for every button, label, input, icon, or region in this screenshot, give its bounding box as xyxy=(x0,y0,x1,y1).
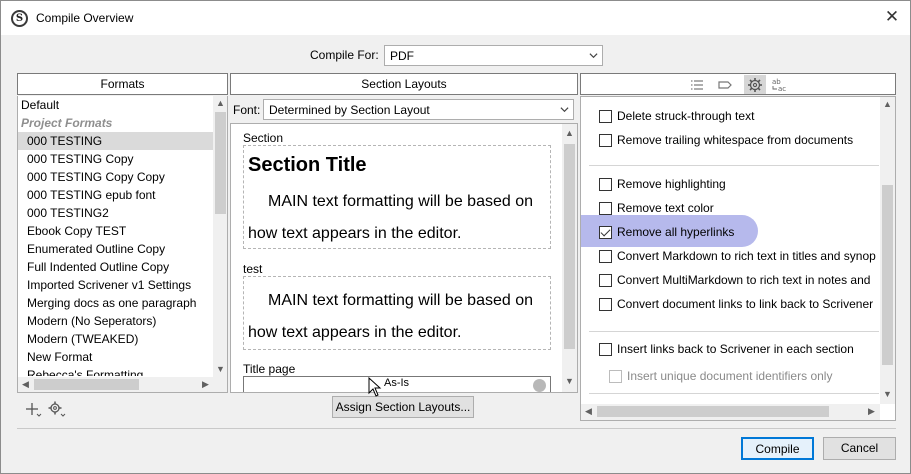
font-label: Font: xyxy=(233,103,261,117)
checkbox[interactable] xyxy=(599,110,612,123)
scroll-up-icon[interactable]: ▲ xyxy=(213,96,227,111)
list-item[interactable]: Merging docs as one paragraph xyxy=(18,294,213,312)
scroll-thumb[interactable] xyxy=(882,185,893,365)
section-body-preview: MAIN text formatting will be based on ho… xyxy=(248,193,534,242)
gear-icon[interactable] xyxy=(747,77,763,93)
layout-name: test xyxy=(243,262,263,276)
window-title: Compile Overview xyxy=(36,11,134,25)
checkbox[interactable] xyxy=(599,274,612,287)
checkbox[interactable] xyxy=(599,298,612,311)
preview-vertical-scrollbar[interactable]: ▲ ▼ xyxy=(562,124,577,392)
scroll-right-icon[interactable]: ▶ xyxy=(864,404,879,419)
scroll-down-icon[interactable]: ▼ xyxy=(562,374,577,389)
checkbox[interactable] xyxy=(599,250,612,263)
list-item[interactable]: Ebook Copy TEST xyxy=(18,222,213,240)
options-vertical-scrollbar[interactable]: ▲ ▼ xyxy=(880,97,895,404)
scroll-down-icon[interactable]: ▼ xyxy=(213,362,227,377)
list-item-selected[interactable]: 000 TESTING xyxy=(18,132,213,150)
svg-text:ac: ac xyxy=(778,85,786,93)
checkbox-disabled xyxy=(609,370,622,383)
scroll-left-icon[interactable]: ◀ xyxy=(18,377,33,392)
checkbox[interactable] xyxy=(599,178,612,191)
gear-icon[interactable] xyxy=(46,400,66,418)
compile-options-panel: Delete struck-through text Remove traili… xyxy=(580,96,896,421)
list-item[interactable]: Enumerated Outline Copy xyxy=(18,240,213,258)
list-item[interactable]: New Format xyxy=(18,348,213,366)
options-horizontal-scrollbar[interactable]: ◀ ▶ xyxy=(581,404,880,420)
title-bar: S Compile Overview ✕ xyxy=(1,1,910,35)
scroll-thumb[interactable] xyxy=(564,144,575,349)
list-group-header: Project Formats xyxy=(21,116,113,130)
section-divider xyxy=(589,331,879,332)
formats-list: Default Project Formats 000 TESTING 000 … xyxy=(17,96,228,393)
list-item[interactable]: Rebecca's Formatting xyxy=(18,366,213,376)
layout-name: Title page xyxy=(243,362,296,376)
mouse-cursor-icon xyxy=(368,377,382,397)
footer-divider xyxy=(17,428,896,429)
section-title-preview: Section Title xyxy=(248,154,367,176)
compile-for-label: Compile For: xyxy=(310,48,379,62)
chevron-down-icon xyxy=(589,53,598,59)
scroll-thumb[interactable] xyxy=(597,406,829,417)
list-item[interactable]: 000 TESTING epub font xyxy=(18,186,213,204)
assign-section-layouts-button[interactable]: Assign Section Layouts... xyxy=(332,396,474,418)
scroll-thumb[interactable] xyxy=(215,112,226,214)
scroll-left-icon[interactable]: ◀ xyxy=(581,404,596,419)
list-item[interactable]: Modern (No Seperators) xyxy=(18,312,213,330)
scroll-thumb[interactable] xyxy=(34,379,139,390)
list-icon[interactable] xyxy=(689,77,705,93)
compile-button[interactable]: Compile xyxy=(741,437,814,460)
chevron-down-icon xyxy=(560,107,569,113)
formats-horizontal-scrollbar[interactable]: ◀ ▶ xyxy=(18,377,227,392)
list-item[interactable]: 000 TESTING Copy Copy xyxy=(18,168,213,186)
compile-overview-window: S Compile Overview ✕ Compile For: PDF Fo… xyxy=(0,0,911,474)
list-item[interactable]: Default xyxy=(18,96,213,114)
section-body-preview: MAIN text formatting will be based on ho… xyxy=(248,292,534,341)
layout-preview-test[interactable]: MAIN text formatting will be based on ho… xyxy=(243,276,551,350)
scroll-right-icon[interactable]: ▶ xyxy=(198,377,213,392)
scroll-down-icon[interactable]: ▼ xyxy=(880,387,895,402)
list-item[interactable]: 000 TESTING Copy xyxy=(18,150,213,168)
list-item[interactable]: 000 TESTING2 xyxy=(18,204,213,222)
formats-vertical-scrollbar[interactable]: ▲ ▼ xyxy=(213,96,227,377)
layout-preview-section[interactable]: Section Title MAIN text formatting will … xyxy=(243,145,551,249)
add-format-icon[interactable] xyxy=(23,400,43,418)
section-divider xyxy=(589,393,879,394)
formats-header: Formats xyxy=(17,73,228,95)
as-is-label: As-Is xyxy=(384,377,410,389)
layout-preview-title-page[interactable]: As-Is xyxy=(243,376,551,392)
scrivener-app-icon: S xyxy=(11,10,28,27)
checkbox-checked[interactable] xyxy=(599,226,612,239)
scroll-up-icon[interactable]: ▲ xyxy=(562,126,577,141)
section-divider xyxy=(589,165,879,166)
close-icon[interactable]: ✕ xyxy=(879,5,905,29)
layout-name: Section xyxy=(243,131,284,145)
section-layouts-preview: Section Section Title MAIN text formatti… xyxy=(230,123,578,393)
list-item[interactable]: Full Indented Outline Copy xyxy=(18,258,213,276)
scroll-up-icon[interactable]: ▲ xyxy=(880,97,895,112)
checkbox[interactable] xyxy=(599,343,612,356)
section-layouts-header: Section Layouts xyxy=(230,73,578,95)
list-item[interactable]: Modern (TWEAKED) xyxy=(18,330,213,348)
font-dropdown-value: Determined by Section Layout xyxy=(269,103,430,117)
checkbox[interactable] xyxy=(599,134,612,147)
compile-for-dropdown[interactable]: PDF xyxy=(384,45,603,66)
replace-text-icon[interactable]: ab ac xyxy=(771,77,791,93)
checkbox[interactable] xyxy=(599,202,612,215)
compile-for-value: PDF xyxy=(390,49,414,63)
edit-pencil-icon[interactable] xyxy=(533,379,546,392)
tag-icon[interactable] xyxy=(717,77,733,93)
list-item[interactable]: Imported Scrivener v1 Settings xyxy=(18,276,213,294)
font-dropdown[interactable]: Determined by Section Layout xyxy=(263,99,574,120)
options-toolbar: ab ac xyxy=(580,73,896,95)
cancel-button[interactable]: Cancel xyxy=(823,437,896,460)
